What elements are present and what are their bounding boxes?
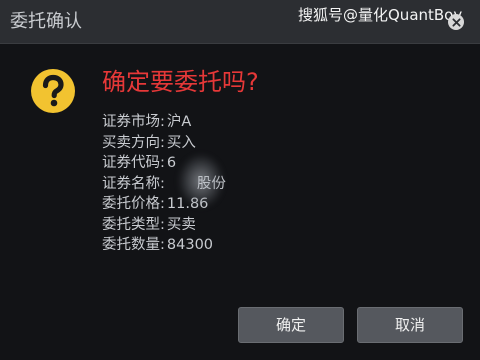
detail-value: 6	[166, 155, 177, 171]
detail-value: 84300	[166, 237, 214, 253]
detail-label: 委托价格:	[102, 196, 165, 212]
detail-label: 证券名称:	[102, 175, 165, 192]
dialog-title: 委托确认	[10, 11, 82, 32]
detail-row-quantity: 委托数量: 84300	[102, 235, 226, 256]
detail-label: 委托数量:	[102, 237, 165, 253]
question-mark-icon	[31, 69, 75, 113]
watermark-text: 搜狐号@量化QuantBoy	[298, 6, 463, 24]
detail-row-market: 证券市场: 沪A	[102, 112, 226, 133]
detail-value: 买入	[166, 134, 196, 151]
order-details: 证券市场:沪A 买卖方向:买入 证券代码:6 证券名称:股份 委托价格:11.8…	[102, 112, 226, 256]
detail-label: 买卖方向:	[102, 134, 165, 151]
order-confirm-dialog: 委托确认 搜狐号@量化QuantBoy 确定要委托吗? 证券市场: 沪A 买卖方向…	[0, 0, 480, 360]
close-icon	[451, 17, 461, 27]
detail-label: 证券市场:	[102, 114, 165, 130]
detail-value: 沪A	[166, 114, 192, 130]
close-button[interactable]	[448, 14, 464, 30]
detail-label: 委托类型:	[102, 216, 165, 233]
cancel-button[interactable]: 取消	[357, 307, 463, 343]
confirm-button[interactable]: 确定	[238, 307, 344, 343]
redaction-blur	[178, 154, 224, 208]
confirm-question: 确定要委托吗?	[102, 68, 259, 96]
detail-value: 买卖	[166, 216, 196, 233]
detail-row-type: 委托类型: 买卖	[102, 215, 226, 236]
title-bar: 委托确认 搜狐号@量化QuantBoy	[0, 0, 480, 44]
detail-label: 证券代码:	[102, 155, 165, 171]
detail-row-direction: 买卖方向: 买入	[102, 133, 226, 154]
